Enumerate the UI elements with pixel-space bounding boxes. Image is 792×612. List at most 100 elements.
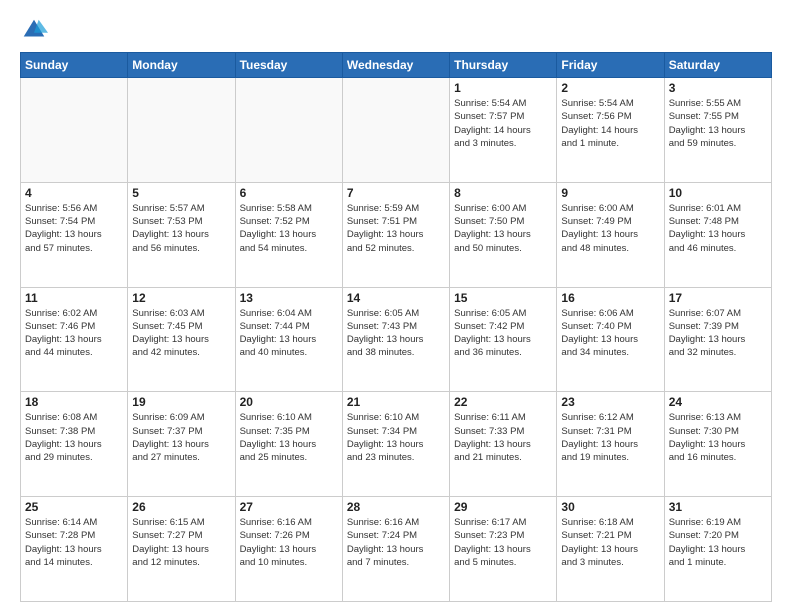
calendar-cell: 1 Sunrise: 5:54 AM Sunset: 7:57 PM Daylig… bbox=[450, 78, 557, 183]
calendar-cell: 30Sunrise: 6:18 AM Sunset: 7:21 PM Dayli… bbox=[557, 497, 664, 602]
calendar-cell: 19 Sunrise: 6:09 AM Sunset: 7:37 PM Dayli… bbox=[128, 392, 235, 497]
calendar-table: SundayMondayTuesdayWednesdayThursdayFrid… bbox=[20, 52, 772, 602]
day-info: Sunrise: 5:54 AM Sunset: 7:56 PM Dayligh… bbox=[561, 97, 659, 150]
day-info: Sunrise: 5:55 AM Sunset: 7:55 PM Dayligh… bbox=[669, 97, 767, 150]
calendar-cell: 29 Sunrise: 6:17 AM Sunset: 7:23 PM Dayli… bbox=[450, 497, 557, 602]
day-header-sunday: Sunday bbox=[21, 53, 128, 78]
page: SundayMondayTuesdayWednesdayThursdayFrid… bbox=[0, 0, 792, 612]
calendar-cell: 23 Sunrise: 6:12 AM Sunset: 7:31 PM Dayli… bbox=[557, 392, 664, 497]
calendar-cell bbox=[128, 78, 235, 183]
day-header-monday: Monday bbox=[128, 53, 235, 78]
day-number: 29 bbox=[454, 500, 552, 514]
day-info: Sunrise: 6:10 AM Sunset: 7:35 PM Dayligh… bbox=[240, 411, 338, 464]
day-info: Sunrise: 6:18 AM Sunset: 7:21 PM Dayligh… bbox=[561, 516, 659, 569]
day-number: 23 bbox=[561, 395, 659, 409]
calendar-cell: 24 Sunrise: 6:13 AM Sunset: 7:30 PM Dayli… bbox=[664, 392, 771, 497]
day-number: 21 bbox=[347, 395, 445, 409]
calendar-cell: 28 Sunrise: 6:16 AM Sunset: 7:24 PM Dayli… bbox=[342, 497, 449, 602]
calendar-cell: 8Sunrise: 6:00 AM Sunset: 7:50 PM Daylig… bbox=[450, 182, 557, 287]
day-number: 6 bbox=[240, 186, 338, 200]
calendar-cell: 17 Sunrise: 6:07 AM Sunset: 7:39 PM Dayli… bbox=[664, 287, 771, 392]
calendar-cell: 3 Sunrise: 5:55 AM Sunset: 7:55 PM Daylig… bbox=[664, 78, 771, 183]
calendar-cell bbox=[342, 78, 449, 183]
day-number: 24 bbox=[669, 395, 767, 409]
day-info: Sunrise: 6:03 AM Sunset: 7:45 PM Dayligh… bbox=[132, 307, 230, 360]
day-header-thursday: Thursday bbox=[450, 53, 557, 78]
day-info: Sunrise: 6:13 AM Sunset: 7:30 PM Dayligh… bbox=[669, 411, 767, 464]
calendar-cell: 21 Sunrise: 6:10 AM Sunset: 7:34 PM Dayli… bbox=[342, 392, 449, 497]
calendar-cell: 10Sunrise: 6:01 AM Sunset: 7:48 PM Dayli… bbox=[664, 182, 771, 287]
calendar-cell: 6 Sunrise: 5:58 AM Sunset: 7:52 PM Daylig… bbox=[235, 182, 342, 287]
day-number: 12 bbox=[132, 291, 230, 305]
day-number: 14 bbox=[347, 291, 445, 305]
day-info: Sunrise: 6:04 AM Sunset: 7:44 PM Dayligh… bbox=[240, 307, 338, 360]
calendar-cell: 27 Sunrise: 6:16 AM Sunset: 7:26 PM Dayli… bbox=[235, 497, 342, 602]
day-number: 2 bbox=[561, 81, 659, 95]
day-info: Sunrise: 6:12 AM Sunset: 7:31 PM Dayligh… bbox=[561, 411, 659, 464]
calendar-cell: 26 Sunrise: 6:15 AM Sunset: 7:27 PM Dayli… bbox=[128, 497, 235, 602]
day-info: Sunrise: 6:14 AM Sunset: 7:28 PM Dayligh… bbox=[25, 516, 123, 569]
calendar-cell: 12 Sunrise: 6:03 AM Sunset: 7:45 PM Dayli… bbox=[128, 287, 235, 392]
day-info: Sunrise: 6:17 AM Sunset: 7:23 PM Dayligh… bbox=[454, 516, 552, 569]
day-info: Sunrise: 6:08 AM Sunset: 7:38 PM Dayligh… bbox=[25, 411, 123, 464]
calendar-cell: 22Sunrise: 6:11 AM Sunset: 7:33 PM Dayli… bbox=[450, 392, 557, 497]
calendar-cell: 14 Sunrise: 6:05 AM Sunset: 7:43 PM Dayli… bbox=[342, 287, 449, 392]
day-number: 27 bbox=[240, 500, 338, 514]
day-header-tuesday: Tuesday bbox=[235, 53, 342, 78]
day-info: Sunrise: 6:07 AM Sunset: 7:39 PM Dayligh… bbox=[669, 307, 767, 360]
day-header-wednesday: Wednesday bbox=[342, 53, 449, 78]
day-number: 8 bbox=[454, 186, 552, 200]
day-info: Sunrise: 6:15 AM Sunset: 7:27 PM Dayligh… bbox=[132, 516, 230, 569]
week-row-1: 4Sunrise: 5:56 AM Sunset: 7:54 PM Daylig… bbox=[21, 182, 772, 287]
day-number: 9 bbox=[561, 186, 659, 200]
day-number: 4 bbox=[25, 186, 123, 200]
day-info: Sunrise: 6:02 AM Sunset: 7:46 PM Dayligh… bbox=[25, 307, 123, 360]
calendar-cell: 15Sunrise: 6:05 AM Sunset: 7:42 PM Dayli… bbox=[450, 287, 557, 392]
day-info: Sunrise: 5:59 AM Sunset: 7:51 PM Dayligh… bbox=[347, 202, 445, 255]
day-number: 16 bbox=[561, 291, 659, 305]
calendar-cell: 16 Sunrise: 6:06 AM Sunset: 7:40 PM Dayli… bbox=[557, 287, 664, 392]
day-info: Sunrise: 6:10 AM Sunset: 7:34 PM Dayligh… bbox=[347, 411, 445, 464]
day-info: Sunrise: 5:54 AM Sunset: 7:57 PM Dayligh… bbox=[454, 97, 552, 150]
day-info: Sunrise: 6:00 AM Sunset: 7:49 PM Dayligh… bbox=[561, 202, 659, 255]
calendar-cell: 11 Sunrise: 6:02 AM Sunset: 7:46 PM Dayli… bbox=[21, 287, 128, 392]
day-number: 28 bbox=[347, 500, 445, 514]
calendar-cell: 18Sunrise: 6:08 AM Sunset: 7:38 PM Dayli… bbox=[21, 392, 128, 497]
week-row-0: 1 Sunrise: 5:54 AM Sunset: 7:57 PM Daylig… bbox=[21, 78, 772, 183]
day-number: 17 bbox=[669, 291, 767, 305]
calendar-cell: 31Sunrise: 6:19 AM Sunset: 7:20 PM Dayli… bbox=[664, 497, 771, 602]
week-row-2: 11 Sunrise: 6:02 AM Sunset: 7:46 PM Dayli… bbox=[21, 287, 772, 392]
calendar-cell: 2 Sunrise: 5:54 AM Sunset: 7:56 PM Daylig… bbox=[557, 78, 664, 183]
day-header-friday: Friday bbox=[557, 53, 664, 78]
day-number: 11 bbox=[25, 291, 123, 305]
day-info: Sunrise: 5:57 AM Sunset: 7:53 PM Dayligh… bbox=[132, 202, 230, 255]
calendar-cell: 5Sunrise: 5:57 AM Sunset: 7:53 PM Daylig… bbox=[128, 182, 235, 287]
calendar-cell: 13 Sunrise: 6:04 AM Sunset: 7:44 PM Dayli… bbox=[235, 287, 342, 392]
day-number: 19 bbox=[132, 395, 230, 409]
header bbox=[20, 16, 772, 44]
calendar-cell: 4Sunrise: 5:56 AM Sunset: 7:54 PM Daylig… bbox=[21, 182, 128, 287]
week-row-3: 18Sunrise: 6:08 AM Sunset: 7:38 PM Dayli… bbox=[21, 392, 772, 497]
day-number: 15 bbox=[454, 291, 552, 305]
day-number: 20 bbox=[240, 395, 338, 409]
day-number: 22 bbox=[454, 395, 552, 409]
day-info: Sunrise: 6:06 AM Sunset: 7:40 PM Dayligh… bbox=[561, 307, 659, 360]
calendar-cell: 9 Sunrise: 6:00 AM Sunset: 7:49 PM Daylig… bbox=[557, 182, 664, 287]
day-number: 7 bbox=[347, 186, 445, 200]
calendar-cell bbox=[235, 78, 342, 183]
day-number: 1 bbox=[454, 81, 552, 95]
day-number: 13 bbox=[240, 291, 338, 305]
day-info: Sunrise: 6:19 AM Sunset: 7:20 PM Dayligh… bbox=[669, 516, 767, 569]
day-number: 25 bbox=[25, 500, 123, 514]
day-number: 26 bbox=[132, 500, 230, 514]
day-number: 3 bbox=[669, 81, 767, 95]
day-info: Sunrise: 5:58 AM Sunset: 7:52 PM Dayligh… bbox=[240, 202, 338, 255]
day-header-saturday: Saturday bbox=[664, 53, 771, 78]
day-info: Sunrise: 6:16 AM Sunset: 7:26 PM Dayligh… bbox=[240, 516, 338, 569]
day-info: Sunrise: 6:05 AM Sunset: 7:43 PM Dayligh… bbox=[347, 307, 445, 360]
week-row-4: 25 Sunrise: 6:14 AM Sunset: 7:28 PM Dayli… bbox=[21, 497, 772, 602]
calendar-header-row: SundayMondayTuesdayWednesdayThursdayFrid… bbox=[21, 53, 772, 78]
day-info: Sunrise: 6:16 AM Sunset: 7:24 PM Dayligh… bbox=[347, 516, 445, 569]
day-info: Sunrise: 6:01 AM Sunset: 7:48 PM Dayligh… bbox=[669, 202, 767, 255]
day-info: Sunrise: 6:09 AM Sunset: 7:37 PM Dayligh… bbox=[132, 411, 230, 464]
